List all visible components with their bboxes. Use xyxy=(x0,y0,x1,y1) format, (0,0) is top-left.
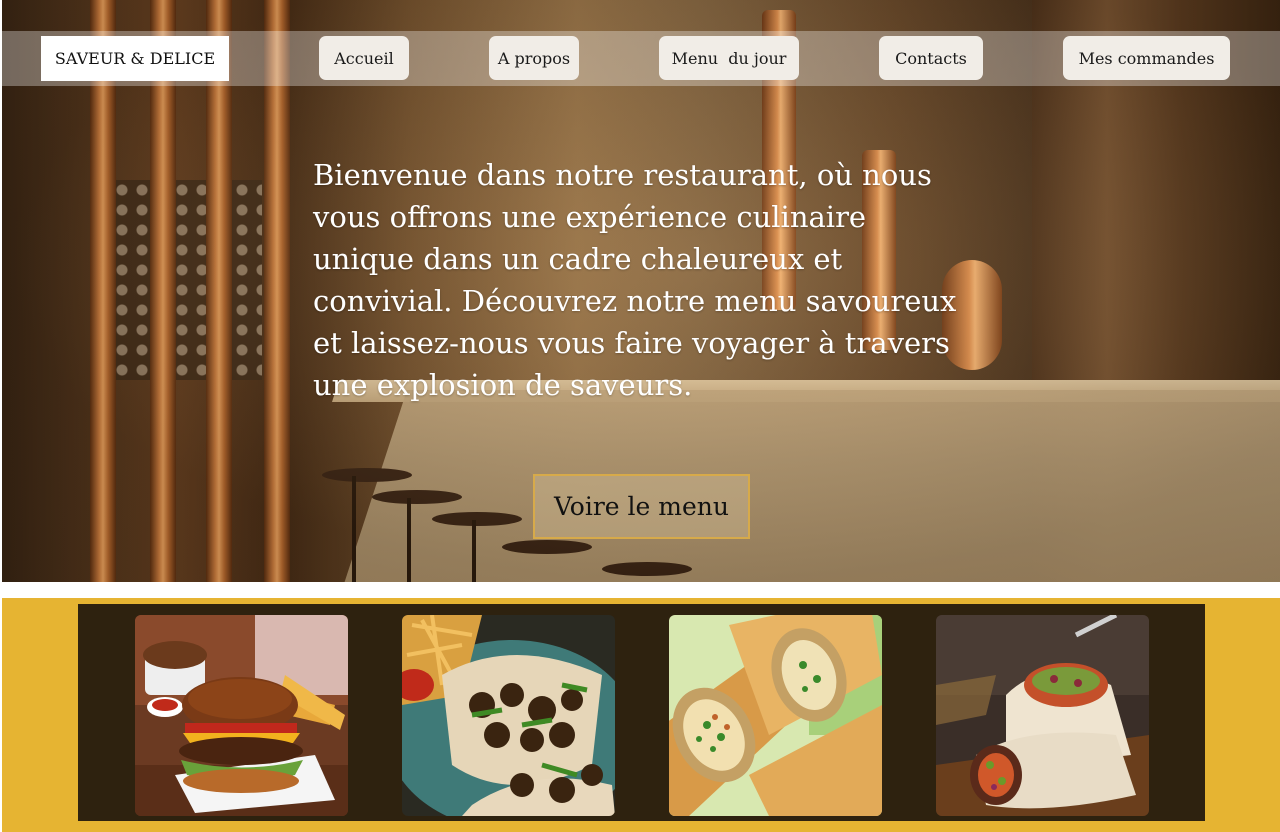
spring-rolls-photo[interactable] xyxy=(669,615,882,816)
hero-welcome-text: Bienvenue dans notre restaurant, où nous… xyxy=(313,158,957,402)
burger-fries-image xyxy=(135,615,348,816)
wrap-image xyxy=(936,615,1149,816)
nav-accueil-button[interactable]: Accueil xyxy=(319,36,409,80)
grilled-meat-tacos-photo[interactable] xyxy=(402,615,615,816)
wrap-sandwich-photo[interactable] xyxy=(936,615,1149,816)
spring-rolls-image xyxy=(669,615,882,816)
site-logo[interactable]: SAVEUR & DELICE xyxy=(41,36,229,81)
nav-a-propos-button[interactable]: A propos xyxy=(489,36,579,80)
nav-mes-commandes-button[interactable]: Mes commandes xyxy=(1063,36,1230,80)
nav-contacts-button[interactable]: Contacts xyxy=(879,36,983,80)
view-menu-button[interactable]: Voire le menu xyxy=(533,474,750,539)
burger-fries-photo[interactable] xyxy=(135,615,348,816)
nav-menu-du-jour-button[interactable]: Menu du jour xyxy=(659,36,799,80)
top-navigation-bar: SAVEUR & DELICE Accueil A propos Menu du… xyxy=(2,31,1280,86)
food-gallery-section xyxy=(2,598,1280,832)
tacos-image xyxy=(402,615,615,816)
food-gallery-strip xyxy=(78,604,1205,821)
